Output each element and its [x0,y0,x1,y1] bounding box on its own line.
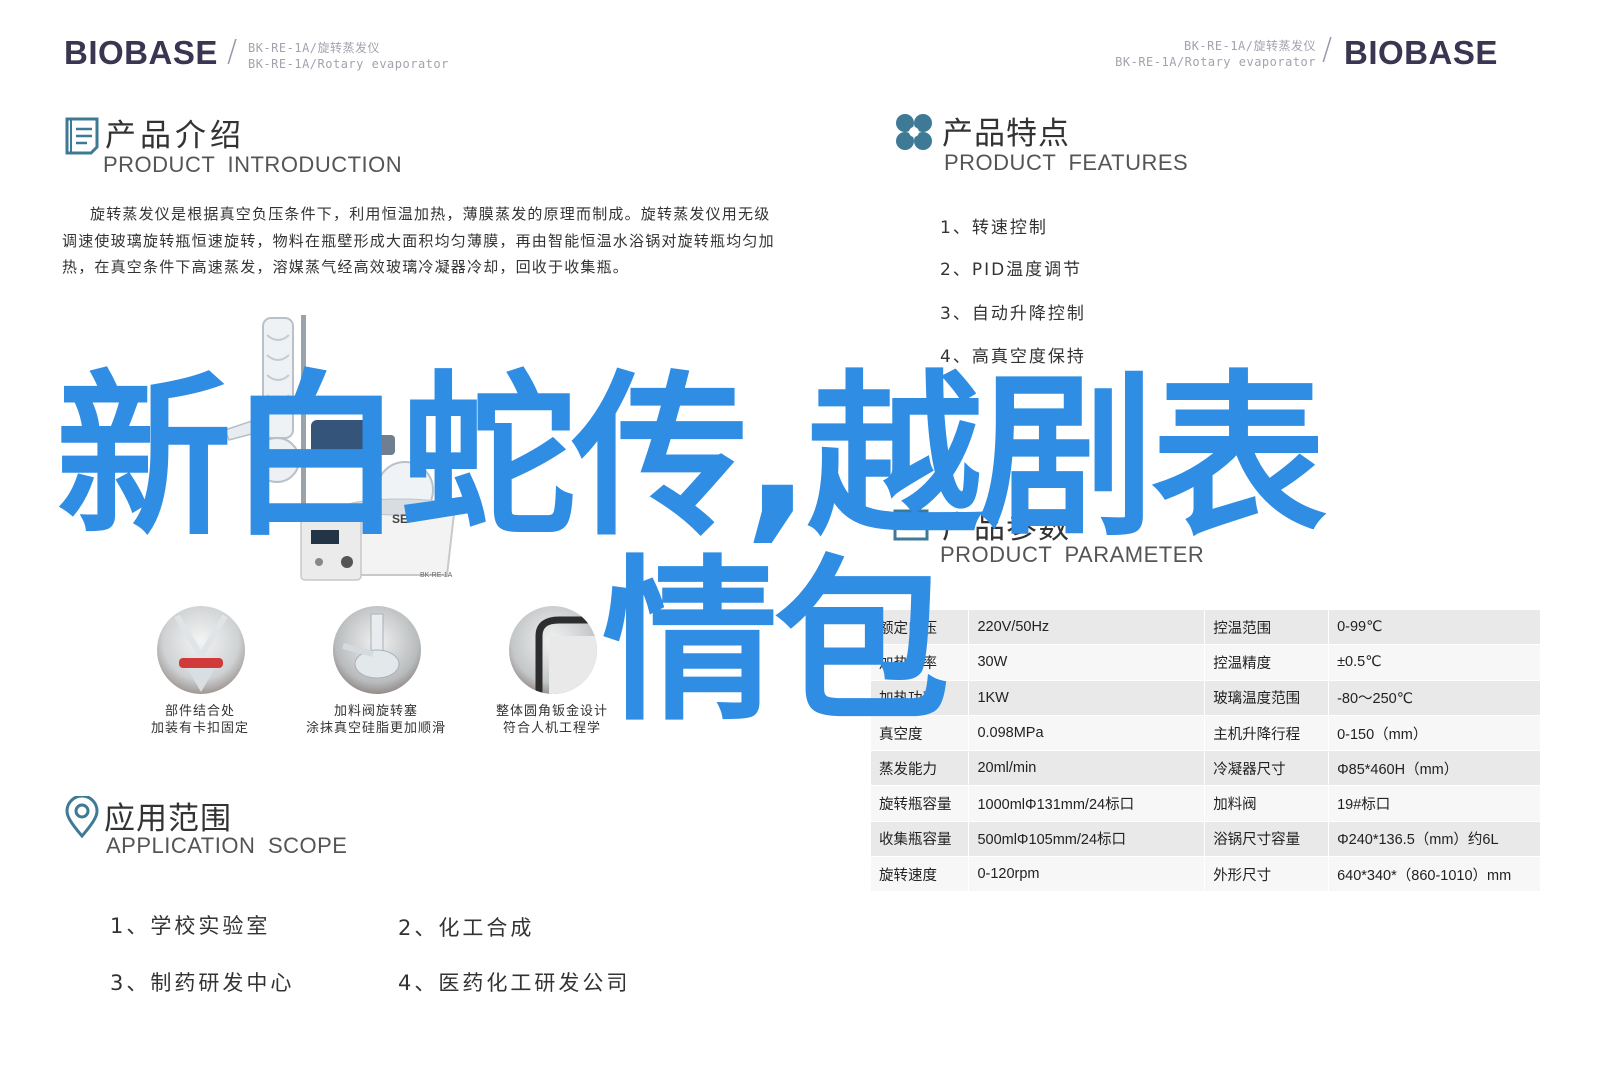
detail-caption-valve: 加料阀旋转塞 涂抹真空硅脂更加顺滑 [305,704,446,736]
model-cn: BK-RE-1A/旋转蒸发仪 [1183,39,1316,53]
parameter-value: 500mlΦ105mm/24标口 [968,821,1206,858]
model-en: BK-RE-1A/Rotary evaporator [1115,55,1316,69]
parameter-label: 冷凝器尺寸 [1204,750,1330,787]
overlay-title-line2: 情包 [602,540,950,745]
features-title-en: PRODUCT FEATURES [944,150,1189,175]
intro-title-en: PRODUCT INTRODUCTION [103,152,403,177]
brand-logo-left: BIOBASE [64,34,218,71]
model-label-right: BK-RE-1A/旋转蒸发仪 BK-RE-1A/Rotary evaporato… [1094,38,1316,70]
model-en: BK-RE-1A/Rotary evaporator [248,57,449,71]
parameter-label: 蒸发能力 [871,750,970,787]
intro-paragraph: 旋转蒸发仪是根据真空负压条件下，利用恒温加热，薄膜蒸发的原理而制成。旋转蒸发仪用… [62,205,775,276]
clamp-icon [174,614,228,692]
parameter-row: 收集瓶容量 500mlΦ105mm/24标口 浴锅尺寸容量 Φ240*136.5（mm… [871,821,1541,858]
application-title-en: APPLICATION SCOPE [106,833,348,858]
parameter-table: 额定电压 220V/50Hz 控温范围 0-99℃ 加热功率 30W 控温精度 ±0.5℃ 加热… [871,610,1541,893]
parameter-value: 0-120rpm [968,856,1206,893]
application-title-cn: 应用范围 [104,801,232,837]
parameter-row: 加热功率 1KW 玻璃温度范围 -80～250℃ [871,680,1541,716]
parameter-value: 0-150（mm） [1328,715,1541,752]
parameter-value: 1KW [968,680,1206,716]
application-item: 2、化工合成 [398,916,535,940]
parameter-label: 加料阀 [1204,785,1330,822]
overlay-title-line1: 新白蛇传,越剧表 [56,355,1327,560]
parameter-value: 19#标口 [1328,785,1541,822]
intro-title-cn: 产品介绍 [105,118,245,154]
parameter-value: 1000mlΦ131mm/24标口 [968,785,1206,822]
parameter-value: Φ85*460H（mm） [1328,750,1541,787]
parameter-label: 旋转速度 [871,856,970,893]
parameter-value: 30W [968,644,1206,681]
document-icon [65,117,99,155]
housing-icon [535,616,597,694]
fan-icon [896,114,932,150]
parameter-value: -80～250℃ [1328,680,1541,716]
device-model-text: BK-RE-1A [420,572,453,579]
detail-image-joint [157,606,245,694]
parameter-value: 640*340*（860-1010）mm [1328,856,1541,893]
application-item: 4、医药化工研发公司 [398,971,631,995]
parameter-row: 蒸发能力 20ml/min 冷凝器尺寸 Φ85*460H（mm） [871,750,1541,787]
feature-item: 3、自动升降控制 [940,304,1086,324]
model-label-left: BK-RE-1A/旋转蒸发仪 BK-RE-1A/Rotary evaporato… [248,40,449,72]
parameter-row: 额定电压 220V/50Hz 控温范围 0-99℃ [871,610,1541,646]
parameter-value: Φ240*136.5（mm）约6L [1328,821,1541,858]
parameter-label: 控温精度 [1204,644,1330,681]
detail-caption-joint: 部件结合处 加装有卡扣固定 [150,704,249,736]
parameter-row: 旋转瓶容量 1000mlΦ131mm/24标口 加料阀 19#标口 [871,785,1541,822]
parameter-label: 收集瓶容量 [871,821,970,858]
parameter-value: ±0.5℃ [1328,644,1541,681]
detail-image-housing [509,606,597,694]
valve-icon [342,613,400,679]
parameter-label: 玻璃温度范围 [1204,680,1330,716]
feature-item: 2、PID温度调节 [940,260,1083,280]
parameter-label: 控温范围 [1204,610,1330,646]
parameter-row: 加热功率 30W 控温精度 ±0.5℃ [871,644,1541,681]
application-item: 3、制药研发中心 [110,971,295,995]
parameter-label: 外形尺寸 [1204,856,1330,893]
parameter-label: 浴锅尺寸容量 [1204,821,1330,858]
parameter-label: 主机升降行程 [1204,715,1330,752]
location-pin-icon [65,796,99,838]
brand-logo-right: BIOBASE [1344,34,1498,71]
parameter-table-body: 额定电压 220V/50Hz 控温范围 0-99℃ 加热功率 30W 控温精度 ±0.5℃ 加热… [871,610,1541,893]
parameter-value: 0-99℃ [1328,610,1541,646]
parameter-value: 220V/50Hz [968,610,1206,646]
feature-item: 1、转速控制 [940,218,1048,238]
model-cn: BK-RE-1A/旋转蒸发仪 [248,41,381,55]
detail-image-valve [333,606,421,694]
parameter-value: 0.098MPa [968,715,1206,752]
brand-slash-right: / [1322,32,1333,67]
parameter-label: 旋转瓶容量 [871,785,970,822]
brand-slash-left: / [227,34,238,69]
application-item: 1、学校实验室 [110,914,271,938]
parameter-row: 真空度 0.098MPa 主机升降行程 0-150（mm） [871,715,1541,752]
parameter-row: 旋转速度 0-120rpm 外形尺寸 640*340*（860-1010）mm [871,856,1541,893]
parameter-value: 20ml/min [968,750,1206,787]
features-title-cn: 产品特点 [942,116,1070,152]
